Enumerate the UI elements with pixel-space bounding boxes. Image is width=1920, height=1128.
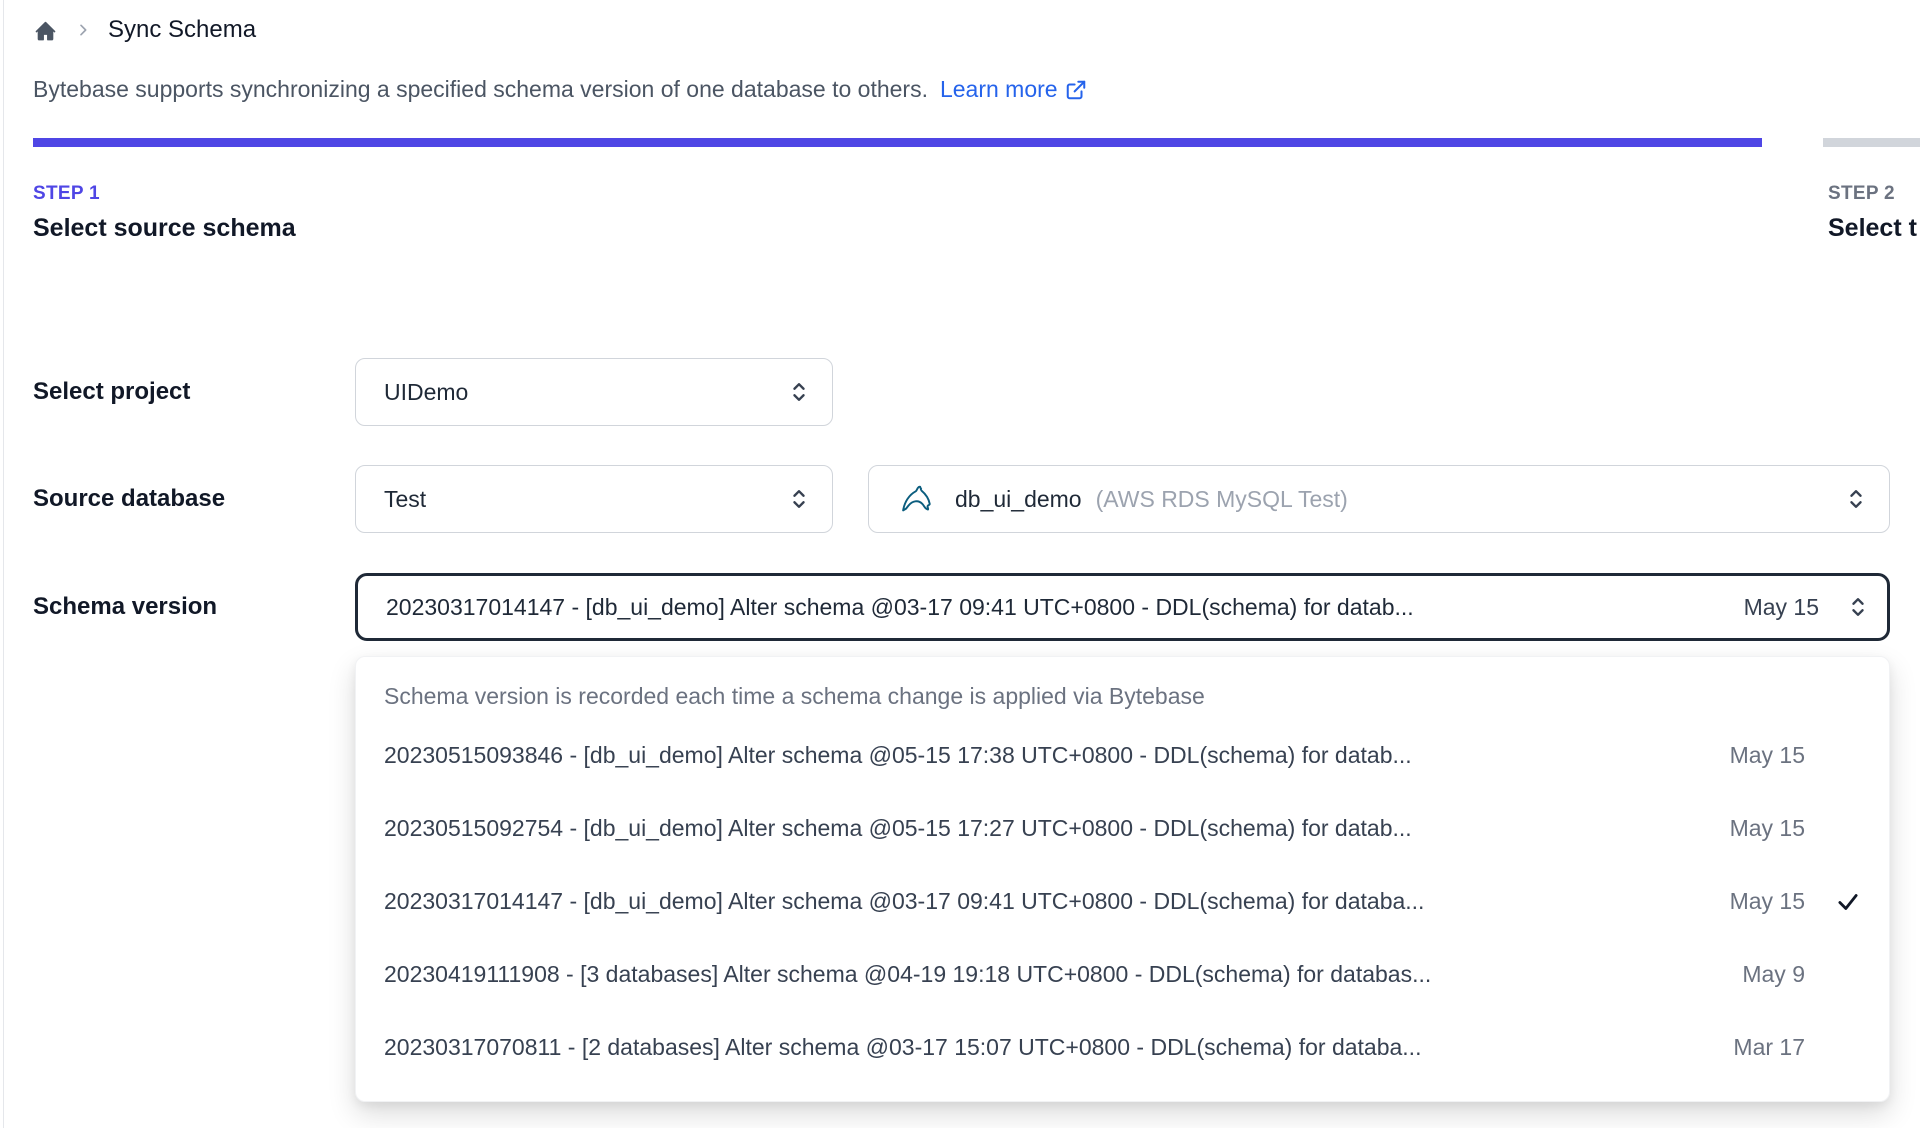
- selector-icon: [1843, 486, 1869, 512]
- schema-version-option[interactable]: 20230317070811 - [2 databases] Alter sch…: [384, 1011, 1861, 1084]
- selector-icon: [1845, 594, 1871, 620]
- sidebar-divider: [3, 0, 4, 1128]
- schema-version-select[interactable]: 20230317014147 - [db_ui_demo] Alter sche…: [355, 573, 1890, 641]
- learn-more-label[interactable]: Learn more: [940, 76, 1058, 103]
- step2-header: STEP 2 Select t: [1828, 183, 1917, 243]
- select-project-row: Select project UIDemo: [33, 358, 833, 426]
- option-date: May 15: [1729, 742, 1805, 768]
- schema-version-option-selected[interactable]: 20230317014147 - [db_ui_demo] Alter sche…: [384, 865, 1861, 938]
- schema-version-option[interactable]: 20230515093846 - [db_ui_demo] Alter sche…: [384, 719, 1861, 792]
- selector-icon: [786, 486, 812, 512]
- option-text: 20230419111908 - [3 databases] Alter sch…: [384, 961, 1432, 987]
- database-select[interactable]: db_ui_demo (AWS RDS MySQL Test): [868, 465, 1890, 533]
- schema-version-value: 20230317014147 - [db_ui_demo] Alter sche…: [386, 593, 1414, 620]
- step2-progress-bar: [1823, 138, 1920, 147]
- selector-icon: [786, 379, 812, 405]
- schema-version-option[interactable]: 20230419111908 - [3 databases] Alter sch…: [384, 938, 1861, 1011]
- option-date: May 9: [1742, 961, 1805, 987]
- option-date: Mar 17: [1733, 1034, 1805, 1060]
- option-text: 20230515092754 - [db_ui_demo] Alter sche…: [384, 815, 1412, 841]
- home-icon[interactable]: [33, 18, 58, 43]
- step1-label: STEP 1: [33, 183, 100, 204]
- mysql-icon: [897, 478, 939, 520]
- select-project-label: Select project: [33, 378, 191, 405]
- database-engine: (AWS RDS MySQL Test): [1095, 485, 1348, 512]
- step1-header: STEP 1 Select source schema: [33, 183, 296, 243]
- schema-version-date: May 15: [1743, 593, 1819, 620]
- step1-progress-bar: [33, 138, 1762, 147]
- breadcrumb: Sync Schema: [33, 16, 256, 44]
- project-select-value: UIDemo: [384, 378, 469, 405]
- project-select[interactable]: UIDemo: [355, 358, 833, 426]
- option-date: May 15: [1729, 888, 1805, 914]
- source-database-row: Source database Test db_ui_demo (AWS RDS…: [33, 465, 1890, 533]
- environment-select[interactable]: Test: [355, 465, 833, 533]
- step1-title: Select source schema: [33, 214, 296, 242]
- schema-version-dropdown: Schema version is recorded each time a s…: [355, 656, 1890, 1102]
- database-name: db_ui_demo: [955, 485, 1082, 512]
- option-text: 20230317014147 - [db_ui_demo] Alter sche…: [384, 888, 1425, 914]
- external-link-icon: [1066, 80, 1085, 99]
- step2-title: Select t: [1828, 214, 1917, 242]
- dropdown-hint: Schema version is recorded each time a s…: [384, 683, 1205, 709]
- option-text: 20230515093846 - [db_ui_demo] Alter sche…: [384, 742, 1412, 768]
- option-date: May 15: [1729, 815, 1805, 841]
- chevron-right-icon: [75, 22, 91, 38]
- check-icon: [1805, 889, 1861, 915]
- source-database-label: Source database: [33, 485, 226, 512]
- schema-version-option[interactable]: 20230515092754 - [db_ui_demo] Alter sche…: [384, 792, 1861, 865]
- schema-version-label: Schema version: [33, 593, 218, 620]
- step2-label: STEP 2: [1828, 183, 1895, 204]
- page-description: Bytebase supports synchronizing a specif…: [33, 76, 1087, 103]
- page-title: Sync Schema: [108, 16, 257, 43]
- environment-select-value: Test: [384, 485, 427, 512]
- learn-more-link[interactable]: Learn more: [940, 76, 1087, 103]
- option-text: 20230317070811 - [2 databases] Alter sch…: [384, 1034, 1422, 1060]
- description-text: Bytebase supports synchronizing a specif…: [33, 76, 928, 102]
- schema-version-row: Schema version 20230317014147 - [db_ui_d…: [33, 573, 1890, 641]
